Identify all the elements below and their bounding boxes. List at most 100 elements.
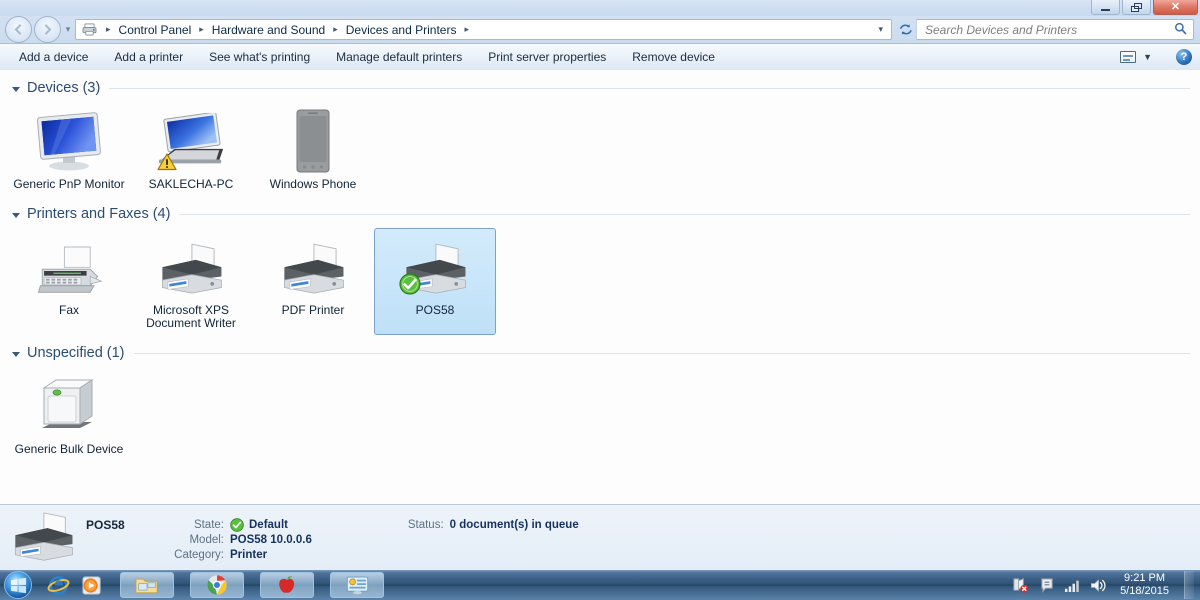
group-unspecified: Unspecified (1) Generic Bulk Device xyxy=(0,343,1200,461)
clock-date: 5/18/2015 xyxy=(1120,585,1169,597)
details-device-name: POS58 xyxy=(86,518,125,532)
devices-and-printers-taskbar-button[interactable] xyxy=(330,572,384,598)
restore-button[interactable] xyxy=(1122,0,1151,15)
search-box[interactable]: Search Devices and Printers xyxy=(916,19,1194,40)
printer-label: Fax xyxy=(58,303,79,317)
command-bar-right: ▼ ? xyxy=(1117,48,1200,66)
group-header-printers[interactable]: Printers and Faxes (4) xyxy=(0,204,1200,224)
view-pane-icon xyxy=(1120,51,1137,63)
details-label-state: State: xyxy=(193,519,224,531)
printer-icon xyxy=(277,235,349,299)
command-bar: Add a device Add a printer See what's pr… xyxy=(0,44,1200,71)
volume-icon[interactable] xyxy=(1090,577,1107,594)
group-title: Unspecified (1) xyxy=(27,345,125,361)
details-label-status: Status: xyxy=(407,519,444,531)
add-a-printer-button[interactable]: Add a printer xyxy=(101,47,196,67)
details-label-category: Category: xyxy=(174,549,224,561)
group-rule xyxy=(133,352,1190,354)
internet-explorer-icon[interactable] xyxy=(46,573,70,597)
collapse-arrow-icon[interactable] xyxy=(12,86,20,92)
recent-pages-chevron-icon[interactable]: ▾ xyxy=(61,24,75,35)
change-view-button[interactable] xyxy=(1117,48,1139,66)
see-whats-printing-button[interactable]: See what's printing xyxy=(196,47,323,67)
close-icon: ✕ xyxy=(1170,0,1181,13)
remove-device-button[interactable]: Remove device xyxy=(619,47,728,67)
printer-microsoft-xps-document-writer[interactable]: Microsoft XPS Document Writer xyxy=(130,228,252,335)
default-printer-check-badge-icon xyxy=(399,273,421,295)
default-check-icon xyxy=(230,518,244,532)
refresh-button[interactable] xyxy=(896,19,916,40)
clock[interactable]: 9:21 PM 5/18/2015 xyxy=(1116,572,1175,598)
monitor-icon xyxy=(33,109,105,173)
signal-strength-icon[interactable] xyxy=(1064,577,1081,594)
show-desktop-button[interactable] xyxy=(1184,571,1194,599)
details-row-category: Category: Printer xyxy=(158,548,312,562)
back-button[interactable] xyxy=(5,16,32,43)
windows-media-player-icon[interactable] xyxy=(80,573,104,597)
group-printers-and-faxes: Printers and Faxes (4) Fax Microsoft XPS… xyxy=(0,204,1200,335)
details-properties: State: Default Model: POS58 10.0.0.6 Cat… xyxy=(158,505,312,563)
minimize-button[interactable] xyxy=(1091,0,1120,15)
device-label: SAKLECHA-PC xyxy=(148,177,234,191)
device-saklecha-pc[interactable]: SAKLECHA-PC xyxy=(130,102,252,196)
add-a-device-button[interactable]: Add a device xyxy=(6,47,101,67)
chrome-icon xyxy=(207,575,227,595)
windows-explorer-taskbar-button[interactable] xyxy=(120,572,174,598)
window-controls: ✕ xyxy=(1091,0,1198,15)
device-generic-bulk-device[interactable]: Generic Bulk Device xyxy=(8,367,130,461)
group-header-unspecified[interactable]: Unspecified (1) xyxy=(0,343,1200,363)
control-panel-icon xyxy=(346,576,368,595)
folder-icon xyxy=(135,578,158,593)
collapse-arrow-icon[interactable] xyxy=(12,212,20,218)
details-value-category: Printer xyxy=(230,549,268,561)
google-chrome-taskbar-button[interactable] xyxy=(190,572,244,598)
search-input[interactable]: Search Devices and Printers xyxy=(917,23,1174,37)
details-value-state: Default xyxy=(230,518,288,532)
close-button[interactable]: ✕ xyxy=(1153,0,1198,15)
devices-and-printers-window: ✕ ▾ ▸ Control Panel ▸ Hardware and Sound… xyxy=(0,0,1200,600)
details-status: Status: 0 document(s) in queue xyxy=(408,505,579,532)
clock-time: 9:21 PM xyxy=(1124,572,1166,584)
address-dropdown-chevron-icon[interactable]: ▾ xyxy=(874,24,891,35)
forward-arrow-icon xyxy=(44,24,52,35)
group-rule xyxy=(109,87,1190,89)
print-server-properties-button[interactable]: Print server properties xyxy=(475,47,619,67)
breadcrumb-printer-icon xyxy=(82,23,97,36)
device-generic-pnp-monitor[interactable]: Generic PnP Monitor xyxy=(8,102,130,196)
printer-fax[interactable]: Fax xyxy=(8,228,130,335)
details-printer-icon xyxy=(0,505,86,569)
printer-icon xyxy=(399,235,471,299)
group-header-devices[interactable]: Devices (3) xyxy=(0,78,1200,98)
device-label: Windows Phone xyxy=(269,177,357,191)
taskbar-items xyxy=(46,572,384,598)
forward-button[interactable] xyxy=(34,16,61,43)
help-button[interactable]: ? xyxy=(1176,49,1192,65)
apple-icon xyxy=(279,576,295,593)
title-bar: ✕ xyxy=(0,0,1200,17)
printer-pos58[interactable]: POS58 xyxy=(374,228,496,335)
phone-icon xyxy=(277,109,349,173)
breadcrumb-item-hardware-and-sound[interactable]: Hardware and Sound xyxy=(209,23,328,37)
apple-app-taskbar-button[interactable] xyxy=(260,572,314,598)
breadcrumb-item-control-panel[interactable]: Control Panel xyxy=(116,23,195,37)
unspecified-list: Generic Bulk Device xyxy=(0,367,1200,461)
breadcrumb-item-devices-and-printers[interactable]: Devices and Printers xyxy=(343,23,460,37)
collapse-arrow-icon[interactable] xyxy=(12,351,20,357)
breadcrumb[interactable]: ▸ Control Panel ▸ Hardware and Sound ▸ D… xyxy=(75,19,892,40)
details-state-text: Default xyxy=(249,519,288,531)
manage-default-printers-button[interactable]: Manage default printers xyxy=(323,47,475,67)
network-error-icon[interactable] xyxy=(1012,577,1029,594)
device-windows-phone[interactable]: Windows Phone xyxy=(252,102,374,196)
action-center-icon[interactable] xyxy=(1038,577,1055,594)
bulk-device-icon xyxy=(33,374,105,438)
details-value-model: POS58 10.0.0.6 xyxy=(230,534,312,546)
details-label-model: Model: xyxy=(189,534,224,546)
details-row-model: Model: POS58 10.0.0.6 xyxy=(158,533,312,547)
group-rule xyxy=(179,213,1190,215)
start-button[interactable] xyxy=(4,571,32,599)
laptop-icon xyxy=(155,109,227,173)
breadcrumb-separator-icon: ▸ xyxy=(199,24,204,34)
view-chevron-down-icon[interactable]: ▼ xyxy=(1141,52,1160,62)
breadcrumb-separator-icon: ▸ xyxy=(464,24,469,34)
printer-pdf-printer[interactable]: PDF Printer xyxy=(252,228,374,335)
